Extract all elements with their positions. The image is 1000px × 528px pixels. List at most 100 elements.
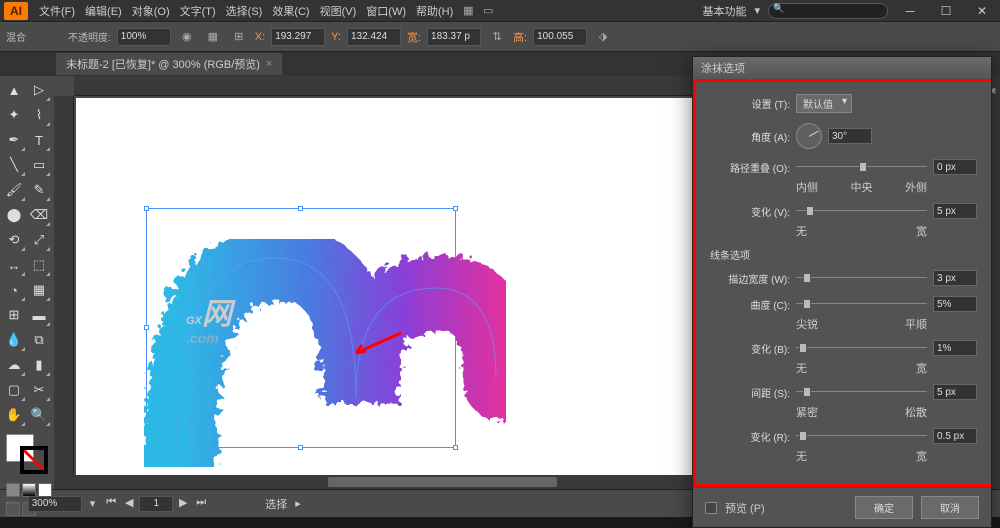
color-swatch[interactable] (6, 434, 48, 474)
settings-select[interactable]: 默认值 (796, 94, 852, 113)
menu-select[interactable]: 选择(S) (221, 3, 268, 19)
current-tool-label: 选择 (265, 496, 287, 512)
menubar: AI 文件(F) 编辑(E) 对象(O) 文字(T) 选择(S) 效果(C) 视… (0, 0, 1000, 22)
symbol-tool[interactable]: ☁ (2, 353, 26, 377)
status-dropdown-icon[interactable]: ▸ (295, 497, 301, 510)
type-tool[interactable]: T (27, 128, 51, 152)
ruler-vertical[interactable] (54, 96, 74, 489)
rotate-tool[interactable]: ⟲ (2, 228, 26, 252)
dialog-title[interactable]: 涂抹选项 (693, 57, 991, 79)
menu-help[interactable]: 帮助(H) (411, 3, 458, 19)
document-tab[interactable]: 未标题-2 [已恢复]* @ 300% (RGB/预览) × (56, 53, 282, 75)
opacity-input[interactable] (117, 28, 171, 46)
free-transform-tool[interactable]: ⬚ (27, 253, 51, 277)
tab-close-icon[interactable]: × (266, 58, 272, 70)
x-input[interactable] (271, 28, 325, 46)
first-artboard-icon[interactable]: ⏮ (103, 496, 119, 512)
w-label: 宽: (407, 29, 421, 45)
eraser-tool[interactable]: ⌫ (27, 203, 51, 227)
close-button[interactable]: ✕ (968, 2, 996, 20)
search-input[interactable] (768, 3, 888, 19)
tab-title: 未标题-2 [已恢复]* @ 300% (RGB/预览) (66, 56, 260, 72)
prev-artboard-icon[interactable]: ◀ (121, 496, 137, 512)
blend-tool[interactable]: ⧉ (27, 328, 51, 352)
curve-input[interactable] (933, 296, 977, 312)
width-tool[interactable]: ↔ (2, 253, 26, 277)
minimize-button[interactable]: ─ (896, 2, 924, 20)
slice-tool[interactable]: ✂ (27, 378, 51, 402)
angle-dial[interactable] (796, 123, 822, 149)
color-mode-icon[interactable] (6, 483, 20, 497)
scale-tool[interactable]: ⤢ (27, 228, 51, 252)
w-input[interactable] (427, 28, 481, 46)
paintbrush-tool[interactable]: 🖌 (2, 178, 26, 202)
rectangle-tool[interactable]: ▭ (27, 153, 51, 177)
selection-tool[interactable]: ▲ (2, 78, 26, 102)
layout-icon[interactable]: ▦ (458, 1, 478, 21)
shear-icon[interactable]: ⬗ (593, 27, 613, 47)
stroke-swatch[interactable] (20, 446, 48, 474)
preview-checkbox[interactable] (705, 502, 717, 514)
perspective-tool[interactable]: ▦ (27, 278, 51, 302)
gradient-tool[interactable]: ▬ (27, 303, 51, 327)
variation-b-input[interactable] (933, 340, 977, 356)
magic-wand-tool[interactable]: ✦ (2, 103, 26, 127)
lasso-tool[interactable]: ⌇ (27, 103, 51, 127)
recolor-icon[interactable]: ▦ (203, 27, 223, 47)
shape-builder-tool[interactable]: ◔ (2, 278, 26, 302)
menu-view[interactable]: 视图(V) (315, 3, 362, 19)
variation-r-label: 变化 (R): (710, 429, 790, 444)
toolbox: ▲ ▷ ✦ ⌇ ✒ T ╲ ▭ 🖌 ✎ ⬤ ⌫ ⟲ ⤢ ↔ ⬚ ◔ ▦ ⊞ ▬ … (0, 76, 54, 489)
workspace-label[interactable]: 基本功能 (702, 3, 746, 19)
pencil-tool[interactable]: ✎ (27, 178, 51, 202)
pen-tool[interactable]: ✒ (2, 128, 26, 152)
x-label: X: (255, 31, 265, 43)
maximize-button[interactable]: ☐ (932, 2, 960, 20)
menu-type[interactable]: 文字(T) (175, 3, 221, 19)
overlap-input[interactable] (933, 159, 977, 175)
y-label: Y: (331, 31, 341, 43)
variation-r-input[interactable] (933, 428, 977, 444)
zoom-out-icon[interactable]: ➖ (6, 497, 20, 510)
blob-brush-tool[interactable]: ⬤ (2, 203, 26, 227)
artboard-tool[interactable]: ▢ (2, 378, 26, 402)
artboard-page-input[interactable] (139, 496, 173, 512)
stroke-slider[interactable] (796, 271, 927, 285)
y-input[interactable] (347, 28, 401, 46)
ok-button[interactable]: 确定 (855, 496, 913, 519)
spacing-slider[interactable] (796, 385, 927, 399)
zoom-dropdown-icon[interactable]: ▾ (90, 497, 96, 510)
arrange-icon[interactable]: ▭ (478, 1, 498, 21)
curve-slider[interactable] (796, 297, 927, 311)
cancel-button[interactable]: 取消 (921, 496, 979, 519)
hand-tool[interactable]: ✋ (2, 403, 26, 427)
align-icon[interactable]: ⊞ (229, 27, 249, 47)
menu-edit[interactable]: 编辑(E) (80, 3, 127, 19)
workspace-dropdown-icon[interactable]: ▾ (754, 4, 760, 17)
mesh-tool[interactable]: ⊞ (2, 303, 26, 327)
angle-input[interactable] (828, 128, 872, 144)
line-tool[interactable]: ╲ (2, 153, 26, 177)
spacing-input[interactable] (933, 384, 977, 400)
link-icon[interactable]: ⇅ (487, 27, 507, 47)
next-artboard-icon[interactable]: ▶ (175, 496, 191, 512)
stroke-input[interactable] (933, 270, 977, 286)
menu-window[interactable]: 窗口(W) (361, 3, 411, 19)
preview-label: 预览 (P) (725, 500, 765, 516)
zoom-input[interactable] (28, 496, 82, 512)
menu-effect[interactable]: 效果(C) (267, 3, 314, 19)
graph-tool[interactable]: ▮ (27, 353, 51, 377)
last-artboard-icon[interactable]: ⏭ (193, 496, 209, 512)
style-icon[interactable]: ◉ (177, 27, 197, 47)
variation-r-slider[interactable] (796, 429, 927, 443)
variation-v-slider[interactable] (796, 204, 927, 218)
menu-file[interactable]: 文件(F) (34, 3, 80, 19)
variation-v-input[interactable] (933, 203, 977, 219)
zoom-tool[interactable]: 🔍 (27, 403, 51, 427)
overlap-slider[interactable] (796, 160, 927, 174)
direct-selection-tool[interactable]: ▷ (27, 78, 51, 102)
h-input[interactable] (533, 28, 587, 46)
eyedropper-tool[interactable]: 💧 (2, 328, 26, 352)
variation-b-slider[interactable] (796, 341, 927, 355)
menu-object[interactable]: 对象(O) (127, 3, 175, 19)
